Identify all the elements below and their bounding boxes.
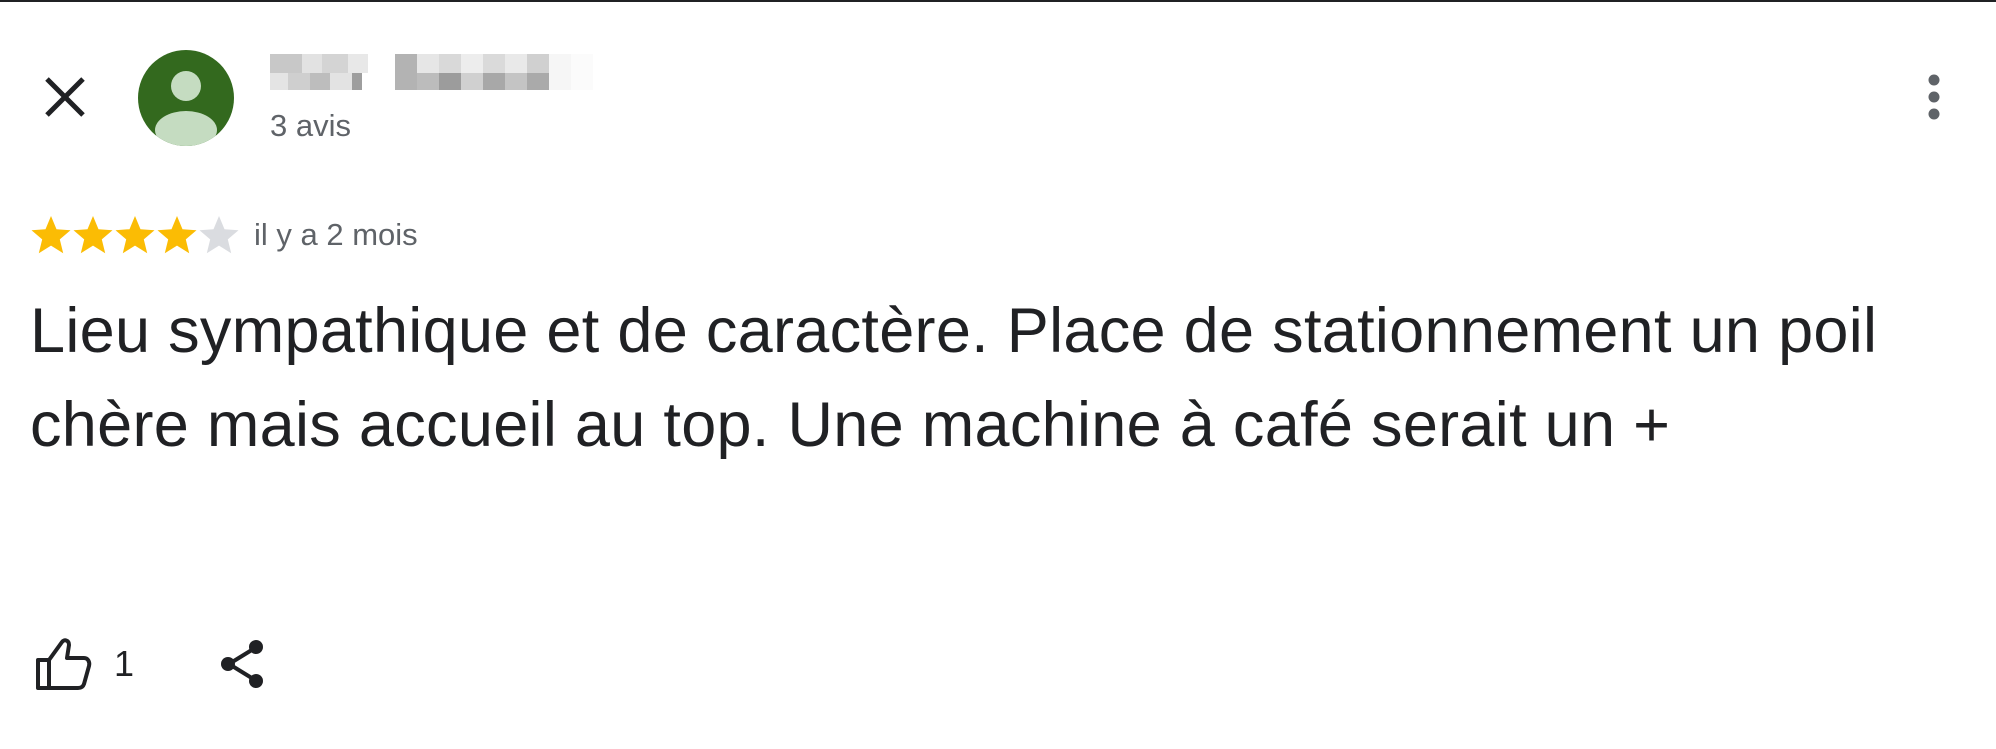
share-icon	[221, 640, 264, 688]
star-filled-icon	[115, 216, 155, 254]
thumb-up-icon	[36, 638, 92, 690]
star-filled-icon	[157, 216, 197, 254]
star-rating	[30, 214, 240, 256]
like-button[interactable]: 1	[34, 636, 134, 692]
like-count: 1	[114, 643, 135, 684]
review-count: 3 avis	[270, 108, 351, 143]
review-text: Lieu sympathique et de caractère. Place …	[30, 296, 1878, 460]
more-options-button[interactable]	[1916, 66, 1952, 128]
star-filled-icon	[73, 216, 113, 254]
review-time: il y a 2 mois	[254, 217, 418, 252]
avatar[interactable]	[138, 50, 234, 146]
rating-row: il y a 2 mois	[30, 212, 418, 258]
review-actions: 1	[34, 630, 270, 698]
person-icon	[155, 71, 217, 146]
top-border	[0, 0, 1996, 2]
close-icon	[45, 77, 85, 117]
reviewer-name[interactable]	[270, 52, 600, 94]
star-filled-icon	[31, 216, 71, 254]
more-vert-icon	[1928, 74, 1940, 120]
share-button[interactable]	[214, 636, 270, 692]
star-empty-icon	[199, 216, 239, 254]
blurred-name-image	[270, 54, 593, 90]
close-button[interactable]	[36, 68, 94, 126]
